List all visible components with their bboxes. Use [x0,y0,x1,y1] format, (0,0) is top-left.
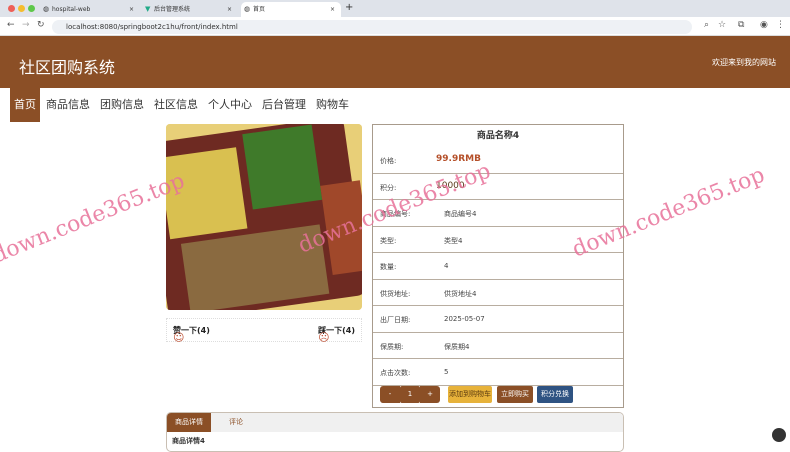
close-tab-icon[interactable]: × [227,2,232,17]
dislike-button[interactable]: ☹ 踩一下(4) [318,325,355,344]
tab-label: hospital-web [52,6,91,13]
info-row: 出厂日期: 2025-05-07 [373,306,623,333]
info-row: 供货地址: 供货地址4 [373,280,623,306]
points-exchange-button[interactable]: 积分兑换 [537,386,573,403]
row-label: 保质期: [380,342,404,351]
globe-icon: ◍ [43,5,50,13]
row-value: 5 [444,368,449,376]
address-bar-row: ← → ↻ localhost:8080/springboot2c1hu/fro… [0,17,790,36]
action-bar: - 1 + 添加到购物车 立即购买 积分兑换 [373,383,623,407]
row-label: 数量: [380,263,397,271]
back-icon[interactable]: ← [7,20,15,30]
nav-group-buy[interactable]: 团购信息 [96,88,148,122]
info-row-price: 价格: 99.9RMB [373,147,623,174]
close-window-icon[interactable] [8,5,15,12]
smile-icon: ☺ [173,331,185,344]
row-label: 价格: [380,157,397,165]
row-label: 供货地址: [380,289,411,298]
profile-icon[interactable]: ◉ [760,20,768,30]
nav-products[interactable]: 商品信息 [42,88,94,122]
url-text: localhost:8080/springboot2c1hu/front/ind… [66,23,238,31]
new-tab-button[interactable]: + [345,2,353,13]
row-label: 商品编号: [380,210,411,218]
product-info-table: 商品名称4 价格: 99.9RMB 积分: 10000 商品编号: 商品编号4 类型:… [372,124,624,408]
info-row: 点击次数: 5 [373,359,623,386]
row-label: 出厂日期: [380,316,411,324]
detail-content: 商品详情4 [172,437,205,445]
forward-icon[interactable]: → [22,20,30,30]
row-value: 4 [444,262,449,270]
menu-icon[interactable]: ⋮ [776,20,785,30]
globe-icon: ◍ [244,5,251,13]
browser-tab[interactable]: ◍ hospital-web × [40,2,140,17]
maximize-window-icon[interactable] [28,5,35,12]
row-label: 类型: [380,236,397,245]
row-value: 2025-05-07 [444,315,485,323]
row-value: 类型4 [444,236,463,245]
tab-label: 首页 [253,6,266,13]
close-tab-icon[interactable]: × [330,2,335,17]
browser-tab-active[interactable]: ◍ 首页 × [241,2,341,17]
site-header: 社区团购系统 欢迎来到我的网站 [0,36,790,88]
tab-label: 后台管理系统 [154,6,191,13]
nav-community[interactable]: 社区信息 [150,88,202,122]
price-value: 99.9RMB [436,154,481,164]
frown-icon: ☹ [318,331,330,344]
zoom-icon[interactable]: ⌕ [704,20,709,30]
assistant-avatar[interactable] [772,428,786,442]
info-row-points: 积分: 10000 [373,174,623,200]
points-value: 10000 [436,180,465,191]
add-to-cart-button[interactable]: 添加到购物车 [448,386,492,403]
info-row: 数量: 4 [373,253,623,280]
nav-admin[interactable]: 后台管理 [258,88,310,122]
product-name: 商品名称4 [476,131,520,141]
row-value: 保质期4 [444,342,470,351]
qty-minus-button[interactable]: - [380,386,400,403]
welcome-text: 欢迎来到我的网站 [712,58,776,67]
close-tab-icon[interactable]: × [129,2,134,17]
tab-comment[interactable]: 评论 [221,413,251,432]
tab-header: 商品详情 评论 [167,413,623,432]
info-row: 保质期: 保质期4 [373,333,623,359]
nav-personal-center[interactable]: 个人中心 [204,88,256,122]
info-row: 商品编号: 商品编号4 [373,200,623,227]
row-value: 商品编号4 [444,210,477,218]
nav-home[interactable]: 首页 [10,88,40,122]
extensions-icon[interactable]: ⧉ [738,20,744,30]
info-row: 类型: 类型4 [373,227,623,253]
url-input[interactable]: localhost:8080/springboot2c1hu/front/ind… [52,20,692,34]
vue-icon: ▼ [145,5,151,13]
qty-plus-button[interactable]: + [420,386,440,403]
qty-input[interactable]: 1 [400,386,420,403]
row-label: 点击次数: [380,369,411,377]
row-value: 供货地址4 [444,289,477,298]
bookmark-icon[interactable]: ☆ [718,20,726,30]
site-title: 社区团购系统 [19,58,116,77]
nav-cart[interactable]: 购物车 [312,88,353,122]
detail-tabs: 商品详情 评论 商品详情4 [166,412,624,452]
tab-detail[interactable]: 商品详情 [167,413,211,432]
product-image [166,124,362,310]
vote-bar: ☺ 赞一下(4) ☹ 踩一下(4) [166,318,362,344]
minimize-window-icon[interactable] [18,5,25,12]
browser-tab[interactable]: ▼ 后台管理系统 × [142,2,238,17]
buy-now-button[interactable]: 立即购买 [497,386,533,403]
browser-tab-bar: ◍ hospital-web × ▼ 后台管理系统 × ◍ 首页 × + [0,0,790,17]
row-label: 积分: [380,183,397,192]
main-nav: 首页 商品信息 团购信息 社区信息 个人中心 后台管理 购物车 [0,88,790,122]
watermark: down.code365.top [0,168,189,269]
reload-icon[interactable]: ↻ [37,20,45,30]
like-button[interactable]: ☺ 赞一下(4) [173,325,210,344]
